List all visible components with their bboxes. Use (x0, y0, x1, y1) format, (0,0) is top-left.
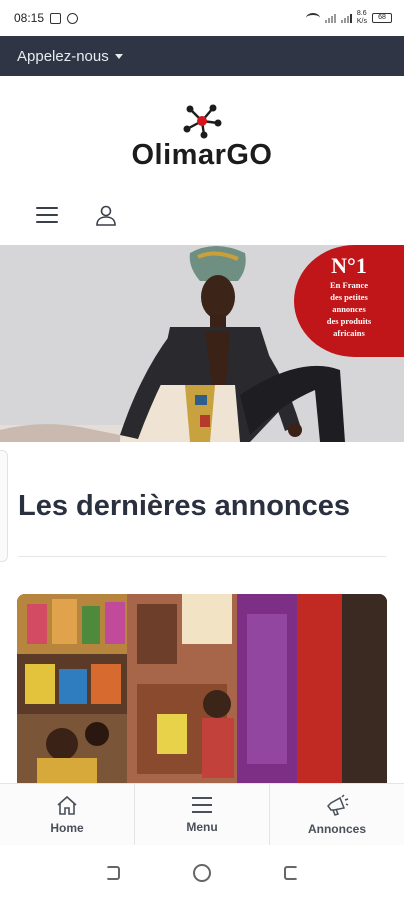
home-nav-icon[interactable] (192, 863, 211, 882)
wifi-icon (305, 13, 320, 23)
badge-line: annonces (332, 304, 366, 314)
user-account-icon[interactable] (94, 203, 118, 227)
recents-nav-icon[interactable] (283, 865, 298, 880)
badge-line: des produits (326, 316, 372, 326)
tab-menu[interactable]: Menu (135, 784, 270, 845)
logo[interactable]: OlimarGO (0, 76, 404, 186)
listing-card-image[interactable] (17, 594, 387, 784)
logo-text: OlimarGO (131, 139, 273, 171)
contact-label: Appelez-nous (17, 47, 109, 65)
net-speed: 8.6 K/s (356, 10, 367, 25)
bottom-tab-bar: Home Menu Annonces (0, 783, 404, 845)
network-nodes-icon (183, 104, 222, 139)
badge-line: En France (329, 280, 368, 290)
home-icon (57, 795, 77, 815)
side-drawer-handle[interactable] (0, 450, 8, 562)
sim-icon (50, 12, 62, 24)
menu-icon (192, 796, 212, 813)
caret-down-icon (114, 53, 123, 59)
tab-label: Menu (186, 819, 218, 834)
badge-line: des petites (330, 292, 368, 302)
number-one-badge: N°1 En France des petites annonces des p… (294, 245, 404, 357)
android-nav-bar (0, 845, 404, 900)
battery-icon: 68 (372, 13, 392, 23)
shop-photo (17, 594, 387, 784)
megaphone-icon (327, 793, 349, 816)
header-actions (0, 186, 404, 244)
back-nav-icon[interactable] (106, 865, 121, 880)
tab-annonces[interactable]: Annonces (270, 784, 404, 845)
tab-home[interactable]: Home (0, 784, 135, 845)
badge-title: N°1 (331, 253, 367, 278)
section-divider (18, 556, 386, 557)
badge-line: africains (333, 328, 365, 338)
status-time: 08:15 (14, 11, 45, 25)
top-contact-bar: Appelez-nous (0, 36, 404, 76)
tab-label: Home (50, 820, 84, 835)
signal-icon (324, 13, 336, 23)
hero-banner[interactable]: N°1 En France des petites annonces des p… (0, 245, 404, 442)
signal-icon-2 (340, 13, 352, 23)
contact-dropdown[interactable]: Appelez-nous (17, 48, 123, 65)
section-title: Les dernières annonces (18, 490, 351, 522)
status-bar: 08:15 8.6 K/s 68 (0, 0, 404, 36)
hamburger-menu-icon[interactable] (36, 207, 58, 223)
whatsapp-icon (67, 12, 79, 24)
tab-label: Annonces (307, 821, 366, 836)
